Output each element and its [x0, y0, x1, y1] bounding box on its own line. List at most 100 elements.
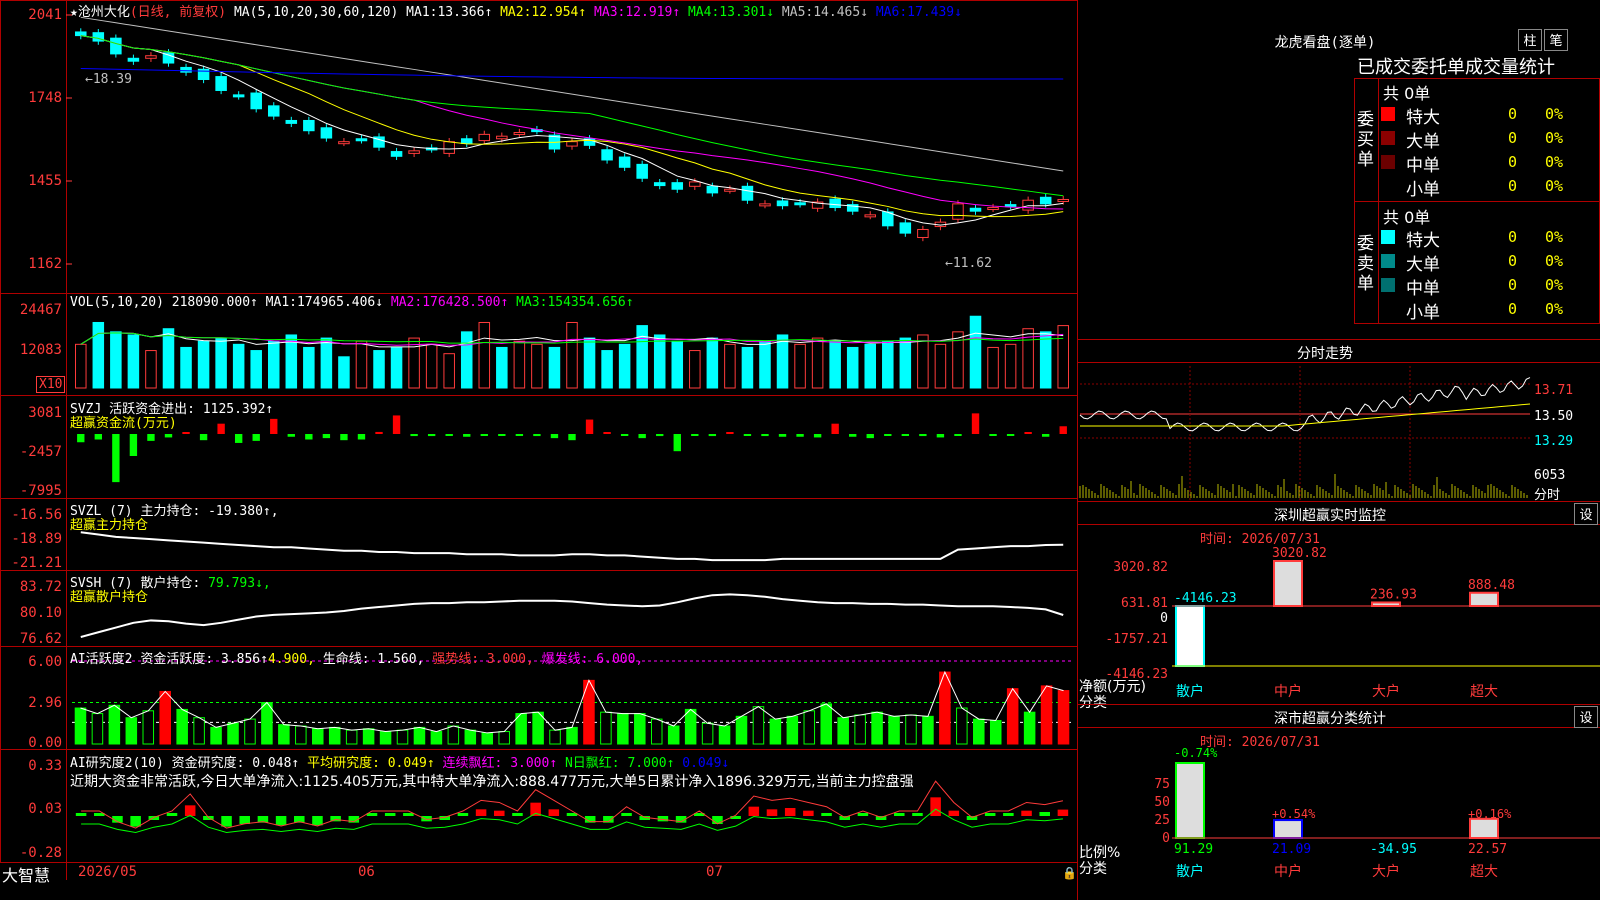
pen-mode-button[interactable]: 笔: [1544, 29, 1568, 51]
candle: [899, 222, 912, 234]
category-value-label: -34.95: [1370, 842, 1417, 857]
period-label: (日线, 前复权): [129, 5, 227, 20]
research-bar: [130, 816, 141, 827]
activity-bar: [1040, 685, 1053, 745]
fund-flow-bar: [743, 434, 752, 436]
buy-side-label: 委买单: [1357, 110, 1374, 170]
candle: [513, 132, 526, 136]
fund-flow-bar: [199, 434, 208, 441]
volume-bar: [390, 346, 403, 389]
svzl-ytick: -16.56: [11, 507, 62, 523]
candle: [636, 163, 648, 179]
research-bar: [512, 813, 523, 816]
research-bar: [457, 813, 469, 816]
category-bar: [1175, 762, 1205, 839]
candle: [110, 37, 122, 55]
fund-flow-bar: [305, 434, 313, 440]
high-price-marker: ←18.39: [85, 72, 132, 87]
candle: [706, 185, 719, 194]
ma-value: 13.301↓: [719, 5, 782, 20]
order-percent: 0%: [1545, 177, 1564, 195]
monitor-category-label: 中户: [1274, 683, 1302, 700]
volume-bar: [671, 340, 684, 389]
bar-mode-button[interactable]: 柱: [1518, 29, 1542, 51]
vol-ma-value: 154354.656↑: [547, 295, 634, 310]
research-bar: [475, 809, 487, 816]
volume-bar: [899, 337, 912, 389]
candle: [952, 203, 964, 220]
category-change-label: +0.54%: [1272, 807, 1316, 821]
main-force-line: [80, 531, 1064, 562]
activity-bar: [210, 726, 222, 745]
fund-flow-bar: [1024, 432, 1032, 434]
activity-bar: [989, 719, 1002, 745]
volume-bar: [846, 346, 859, 389]
retail-line: [80, 593, 1064, 638]
volume-bar: [653, 334, 666, 389]
candle: [618, 156, 631, 168]
main-ytick: 2041: [28, 7, 62, 23]
sz-category-settings-button[interactable]: 设: [1574, 706, 1598, 728]
volume-bar: [531, 343, 543, 389]
stock-title: ★沧州大化: [70, 5, 130, 20]
n-day-red-label: N日飘红:: [564, 756, 620, 771]
volume-unit: X10: [36, 376, 66, 393]
candle: [320, 127, 333, 139]
candle: [390, 151, 403, 157]
volume-bar: [110, 331, 122, 389]
activity-bar: [227, 722, 239, 745]
candle: [794, 202, 806, 206]
candle: [443, 141, 455, 154]
lock-icon[interactable]: 🔒: [1062, 866, 1077, 880]
monitor-bar: [1273, 560, 1303, 607]
volume-bar: [92, 321, 105, 389]
volume-bar: [917, 334, 929, 389]
ai-active-label: 资金活跃度:: [140, 652, 214, 667]
sz-monitor-ytick: 631.81: [1121, 596, 1168, 611]
order-percent: 0%: [1545, 228, 1564, 246]
sz-monitor-settings-button[interactable]: 设: [1574, 503, 1598, 525]
volume-bar: [250, 350, 262, 389]
order-percent: 0%: [1545, 129, 1564, 147]
activity-bar: [328, 726, 341, 745]
order-percent: 0%: [1545, 252, 1564, 270]
volume-bar: [776, 334, 789, 389]
avg-research-label: 平均研究度:: [307, 756, 380, 771]
brand-label[interactable]: 大智慧: [2, 862, 50, 886]
fund-flow-bar: [726, 432, 734, 434]
order-count: 0: [1508, 300, 1518, 318]
burst-line-value: 6.000,: [596, 652, 644, 667]
fund-flow-bar: [234, 434, 243, 443]
ai-active-value: 3.856↑: [220, 652, 268, 667]
ma-line: [80, 35, 1064, 197]
activity-bar: [600, 711, 612, 745]
ai-active-header: AI活跃度2 资金活跃度: 3.856↑4.900, 生命线: 1.560, 强…: [70, 648, 643, 667]
svsh-ytick: 80.10: [19, 605, 62, 621]
candle: [987, 207, 999, 211]
fund-flow-bar: [252, 434, 260, 441]
candle: [285, 119, 298, 124]
volume-bar: [443, 353, 455, 389]
x-axis-label: 07: [706, 864, 723, 880]
activity-bar: [735, 715, 748, 745]
volume-bar: [180, 346, 192, 389]
x-axis-label: 2026/05: [78, 864, 138, 880]
sz-monitor-ytick: 3020.82: [1113, 560, 1168, 575]
activity-bar: [244, 718, 256, 745]
low-price-marker: ←11.62: [945, 256, 992, 271]
candle: [759, 203, 771, 207]
volume-bar: [338, 356, 350, 389]
volume-bar: [987, 346, 999, 389]
order-color-swatch: [1381, 254, 1395, 268]
activity-bar: [617, 713, 629, 745]
candle: [653, 182, 666, 187]
ai-research-ytick: -0.28: [19, 845, 62, 861]
order-count: 0: [1508, 129, 1518, 147]
fund-flow-bar: [550, 434, 559, 439]
fund-flow-bar: [620, 434, 629, 436]
activity-bar: [295, 725, 307, 745]
strong-line-value: 3.000,: [486, 652, 534, 667]
monitor-category-label: 大户: [1372, 683, 1400, 700]
sz-monitor-ytick: 0: [1160, 611, 1168, 626]
volume-bar: [478, 321, 491, 389]
